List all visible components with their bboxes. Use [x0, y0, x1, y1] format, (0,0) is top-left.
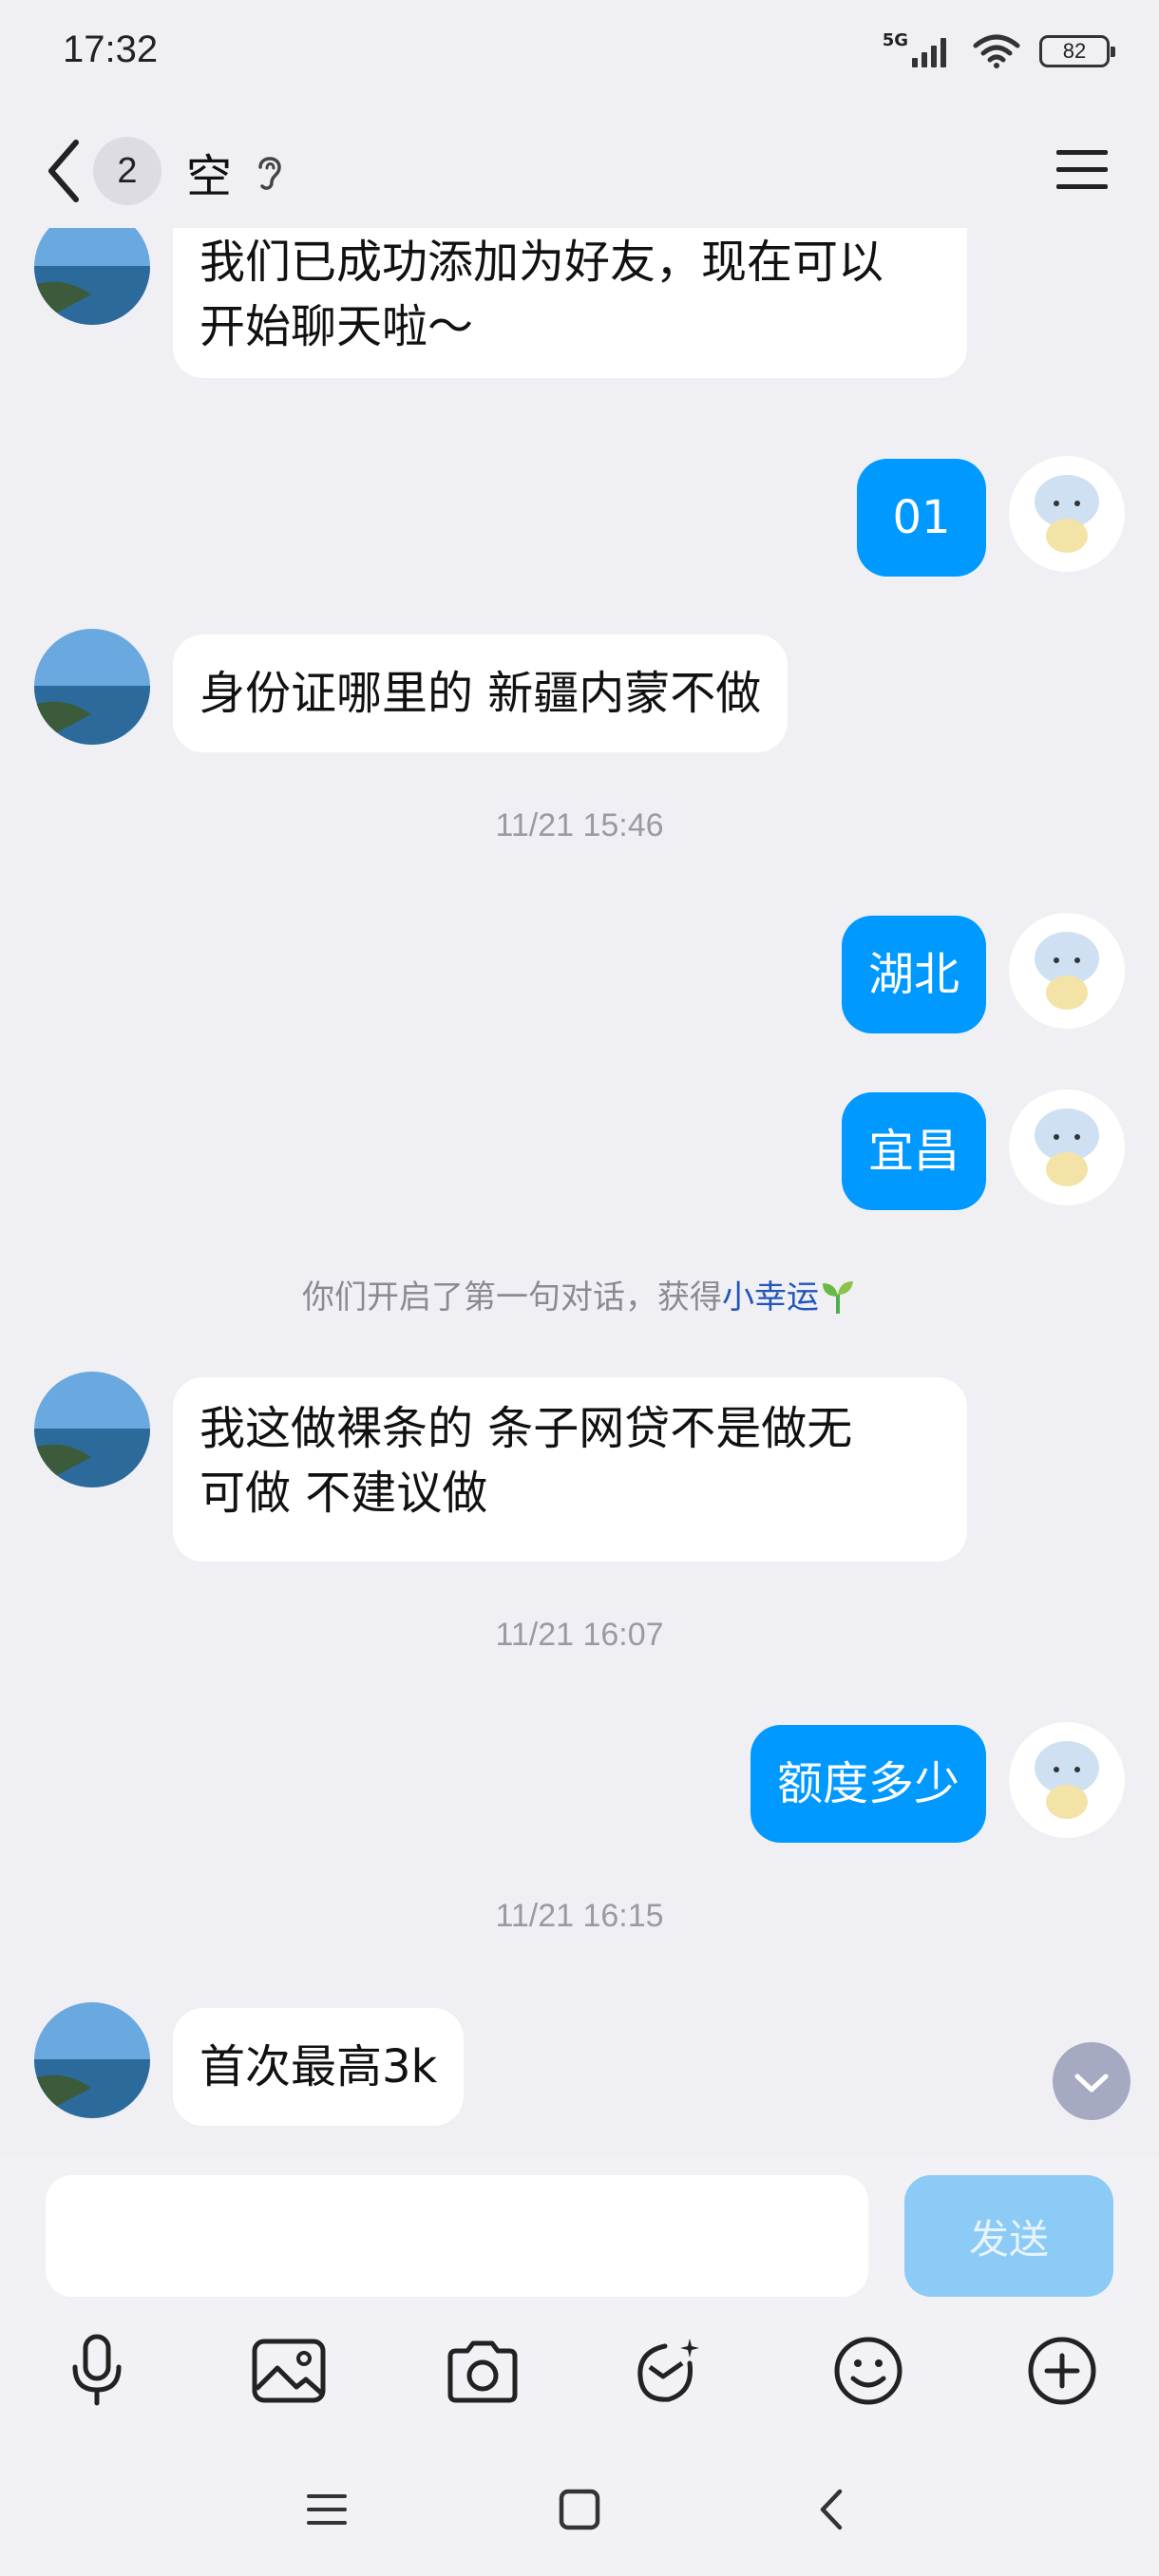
my-avatar[interactable] [1009, 456, 1125, 572]
voice-button[interactable] [51, 2325, 142, 2416]
timestamp: 11/21 15:46 [495, 807, 664, 843]
outgoing-message[interactable]: 宜昌 [841, 1092, 986, 1210]
chat-title[interactable]: 空 [186, 139, 232, 205]
incoming-message[interactable]: 身份证哪里的 新疆内蒙不做 [173, 635, 788, 752]
plus-icon [1028, 2337, 1096, 2405]
message-text: 身份证哪里的 新疆内蒙不做 [200, 667, 762, 720]
message-text-line: 可做 不建议做 [200, 1467, 488, 1520]
system-nav-bar [0, 2443, 1159, 2576]
ear-icon[interactable] [251, 150, 289, 194]
system-message: 你们开启了第一句对话，获得小幸运 [0, 1271, 1159, 1317]
contact-avatar[interactable] [34, 2002, 150, 2118]
nav-home-button[interactable] [551, 2481, 608, 2538]
contact-avatar[interactable] [34, 228, 150, 325]
camera-button[interactable] [437, 2325, 528, 2416]
outgoing-message[interactable]: 湖北 [841, 916, 986, 1033]
input-area: 发送 [0, 2158, 1159, 2576]
message-text: 湖北 [867, 948, 960, 1001]
scroll-to-bottom-button[interactable] [1053, 2042, 1130, 2120]
emoji-button[interactable] [823, 2325, 914, 2416]
nav-menu-button[interactable] [298, 2481, 355, 2538]
sticker-button[interactable] [625, 2325, 716, 2416]
gallery-button[interactable] [243, 2325, 334, 2416]
message-list[interactable]: 我们已成功添加为好友，现在可以 开始聊天啦～ 01 身份证哪里的 新疆内蒙不做 … [0, 228, 1159, 2158]
network-type: 5G [882, 29, 908, 50]
send-button[interactable]: 发送 [904, 2175, 1113, 2297]
my-avatar[interactable] [1009, 1722, 1125, 1838]
lucky-link[interactable]: 小幸运 [722, 1279, 819, 1316]
outgoing-message[interactable]: 01 [857, 459, 986, 577]
status-icons: 5G 82 [882, 28, 1115, 74]
camera-icon [447, 2340, 518, 2403]
wifi-icon [973, 34, 1020, 68]
more-button[interactable] [1016, 2325, 1108, 2416]
nav-back-button[interactable] [804, 2481, 861, 2538]
message-text: 首次最高3k [200, 2040, 438, 2093]
outgoing-message[interactable]: 额度多少 [750, 1725, 986, 1843]
back-icon [820, 2489, 843, 2530]
message-text: 额度多少 [776, 1757, 960, 1810]
microphone-icon [72, 2334, 122, 2406]
hamburger-menu-icon[interactable] [1054, 146, 1110, 194]
status-bar: 17:32 5G 82 [0, 0, 1159, 104]
chevron-down-icon [1074, 2074, 1109, 2093]
timestamp: 11/21 16:07 [495, 1617, 664, 1653]
emoji-icon [834, 2337, 902, 2405]
battery-level: 82 [1062, 39, 1087, 63]
unread-count-badge[interactable]: 2 [93, 137, 162, 205]
my-avatar[interactable] [1009, 1089, 1125, 1205]
battery-indicator: 82 [1039, 35, 1115, 67]
signal-icon [912, 38, 946, 67]
message-text: 宜昌 [867, 1125, 960, 1178]
chat-header: 2 空 [0, 114, 1159, 228]
sticker-icon [637, 2339, 699, 2402]
home-square-icon [559, 2489, 600, 2530]
incoming-message[interactable]: 我们已成功添加为好友，现在可以 开始聊天啦～ [173, 228, 967, 378]
system-message-text: 你们开启了第一句对话，获得 [302, 1279, 722, 1316]
contact-avatar[interactable] [34, 629, 150, 745]
status-time: 17:32 [63, 28, 159, 70]
sprout-icon [823, 1281, 853, 1314]
message-text: 01 [892, 491, 951, 544]
message-text-line: 我们已成功添加为好友，现在可以 [200, 236, 884, 289]
my-avatar[interactable] [1009, 913, 1125, 1029]
menu-icon [307, 2494, 347, 2525]
incoming-message[interactable]: 我这做裸条的 条子网贷不是做无 可做 不建议做 [173, 1377, 967, 1562]
back-chevron-icon[interactable] [40, 135, 93, 207]
image-icon [252, 2339, 326, 2403]
timestamp: 11/21 16:15 [495, 1898, 664, 1934]
contact-avatar[interactable] [34, 1372, 150, 1487]
message-text-line: 我这做裸条的 条子网贷不是做无 [200, 1402, 853, 1455]
incoming-message[interactable]: 首次最高3k [173, 2008, 465, 2126]
message-text-line: 开始聊天啦～ [200, 300, 474, 353]
message-input[interactable] [46, 2175, 868, 2297]
